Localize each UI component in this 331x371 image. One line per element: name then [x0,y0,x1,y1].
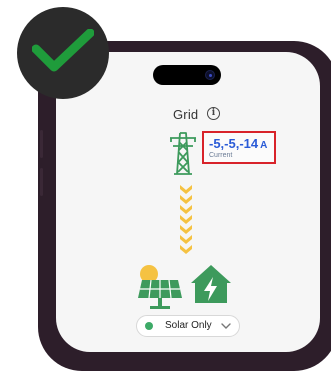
current-value: -5,-5,-14 A [209,136,268,151]
current-unit: A [260,140,268,151]
camera-icon [205,70,215,80]
grid-current-reading: -5,-5,-14 A Current [202,131,276,164]
phone-side-button [40,168,43,196]
chevron-down-flow-icon [180,185,192,254]
phone-screen: Grid i -5,-5,-14 A Current Solar Only [56,52,320,352]
success-badge [17,7,109,99]
current-label: Current [209,152,233,159]
power-tower-icon [170,132,196,175]
info-icon[interactable]: i [207,107,220,120]
chevron-down-icon [221,323,231,329]
solar-panel-icon [138,265,182,309]
page-title: Grid [173,107,199,122]
checkmark-icon [32,29,94,72]
phone-side-button [40,130,43,158]
mode-selected-label: Solar Only [165,320,212,331]
mode-selector[interactable]: Solar Only [136,315,240,337]
house-lightning-icon [191,265,231,303]
status-dot [145,322,153,330]
dynamic-island [153,65,221,85]
